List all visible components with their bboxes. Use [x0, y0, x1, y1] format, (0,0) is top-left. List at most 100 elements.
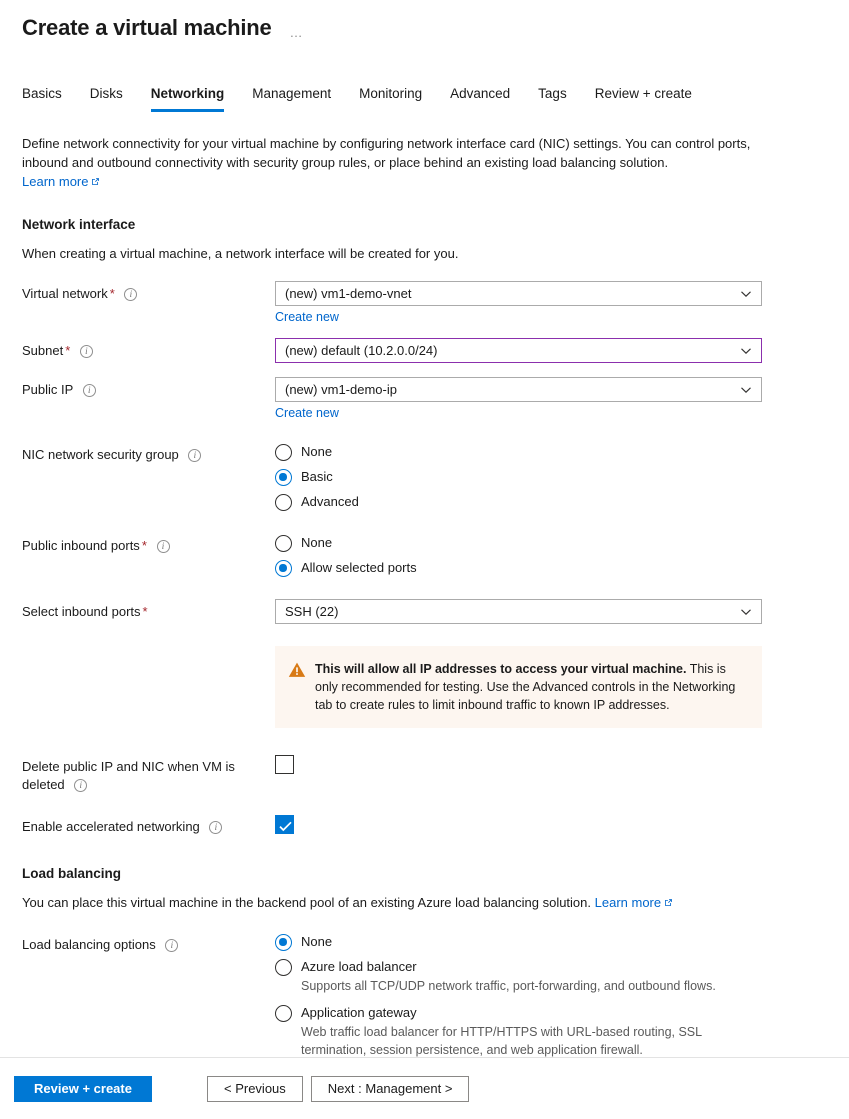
tab-monitoring[interactable]: Monitoring [359, 86, 422, 112]
external-link-icon [664, 898, 673, 907]
subnet-dropdown[interactable]: (new) default (10.2.0.0/24) [275, 338, 762, 363]
delete-public-ip-label: Delete public IP and NIC when VM is dele… [22, 759, 235, 792]
public-inbound-ports-option-allow-selected[interactable]: Allow selected ports [275, 559, 827, 577]
public-inbound-ports-option-label: None [301, 535, 333, 550]
radio-icon-selected [275, 469, 292, 486]
create-new-public-ip-link[interactable]: Create new [275, 406, 339, 420]
info-icon-nic-nsg[interactable]: i [188, 449, 202, 462]
row-subnet: Subnet * i (new) default (10.2.0.0/24) [22, 338, 827, 363]
page-header: Create a virtual machine … [0, 0, 849, 42]
load-balancing-option-desc: Supports all TCP/UDP network traffic, po… [301, 979, 716, 993]
warning-triangle-icon [288, 661, 306, 714]
load-balancing-option-label: Application gateway [301, 1005, 417, 1020]
load-balancing-option-desc: Web traffic load balancer for HTTP/HTTPS… [301, 1025, 702, 1057]
page-title: Create a virtual machine [22, 15, 272, 40]
row-virtual-network: Virtual network * i (new) vm1-demo-vnet C… [22, 281, 827, 324]
load-balancing-option-label: Azure load balancer [301, 959, 417, 974]
row-public-inbound-ports: Public inbound ports * i None Allow selec… [22, 533, 827, 577]
accelerated-networking-label: Enable accelerated networking i [22, 814, 275, 836]
radio-icon [275, 535, 292, 552]
nic-nsg-option-label: Basic [301, 469, 333, 484]
wizard-tabstrip: Basics Disks Networking Management Monit… [0, 84, 849, 112]
inbound-ports-warning-text: This will allow all IP addresses to acce… [315, 660, 748, 714]
required-asterisk: * [142, 604, 148, 619]
public-inbound-ports-option-none[interactable]: None [275, 534, 827, 552]
public-ip-dropdown[interactable]: (new) vm1-demo-ip [275, 377, 762, 402]
nic-nsg-option-basic[interactable]: Basic [275, 468, 827, 486]
tab-tags[interactable]: Tags [538, 86, 567, 112]
chevron-down-icon [740, 384, 752, 396]
tab-advanced[interactable]: Advanced [450, 86, 510, 112]
load-balancing-options-label: Load balancing options i [22, 932, 275, 954]
load-balancing-subtext: You can place this virtual machine in th… [22, 894, 827, 912]
tab-management[interactable]: Management [252, 86, 331, 112]
review-create-button[interactable]: Review + create [14, 1075, 152, 1102]
load-balancing-option-label: None [301, 934, 333, 949]
load-balancing-heading: Load balancing [22, 866, 122, 881]
nic-nsg-option-label: None [301, 444, 333, 459]
radio-icon-selected [275, 934, 292, 951]
tab-review-create[interactable]: Review + create [595, 86, 692, 112]
info-icon-public-ip[interactable]: i [82, 384, 96, 397]
inbound-ports-warning-banner: This will allow all IP addresses to acce… [275, 646, 762, 728]
subnet-label: Subnet * i [22, 338, 275, 360]
row-delete-public-ip: Delete public IP and NIC when VM is dele… [22, 754, 827, 794]
external-link-icon [91, 177, 100, 186]
warning-headline: This will allow all IP addresses to acce… [315, 662, 687, 676]
row-accelerated-networking: Enable accelerated networking i [22, 814, 827, 836]
load-balancing-option-application-gateway[interactable]: Application gateway Web traffic load bal… [275, 1004, 827, 1059]
info-icon-virtual-network[interactable]: i [124, 288, 138, 301]
row-load-balancing-options: Load balancing options i None Azure load… [22, 932, 827, 1059]
chevron-down-icon [740, 606, 752, 618]
info-icon-load-balancing-options[interactable]: i [165, 939, 179, 952]
public-inbound-ports-label: Public inbound ports * i [22, 533, 275, 555]
chevron-down-icon [740, 345, 752, 357]
previous-button[interactable]: < Previous [207, 1075, 303, 1102]
select-inbound-ports-value: SSH (22) [285, 604, 339, 619]
tab-networking[interactable]: Networking [150, 86, 225, 112]
learn-more-link-networking[interactable]: Learn more [22, 174, 100, 189]
virtual-network-dropdown[interactable]: (new) vm1-demo-vnet [275, 281, 762, 306]
radio-icon [275, 959, 292, 976]
public-ip-label: Public IP i [22, 377, 275, 399]
radio-icon-selected [275, 560, 292, 577]
select-inbound-ports-label: Select inbound ports * [22, 604, 148, 619]
public-inbound-ports-option-label: Allow selected ports [301, 560, 417, 575]
required-asterisk: * [109, 286, 115, 301]
radio-icon [275, 444, 292, 461]
public-inbound-ports-radio-group: None Allow selected ports [275, 533, 827, 577]
network-interface-heading: Network interface [22, 217, 136, 232]
virtual-network-label: Virtual network * i [22, 281, 275, 303]
info-icon-subnet[interactable]: i [79, 345, 93, 358]
radio-icon [275, 1005, 292, 1022]
tab-basics[interactable]: Basics [22, 86, 62, 112]
required-asterisk: * [65, 343, 71, 358]
subnet-value: (new) default (10.2.0.0/24) [285, 343, 438, 358]
networking-description-text: Define network connectivity for your vir… [22, 136, 751, 170]
nic-nsg-option-none[interactable]: None [275, 443, 827, 461]
info-icon-accelerated-networking[interactable]: i [209, 821, 223, 834]
nic-nsg-option-label: Advanced [301, 494, 359, 509]
learn-more-link-load-balancing[interactable]: Learn more [595, 895, 673, 910]
info-icon-public-inbound-ports[interactable]: i [156, 540, 170, 553]
delete-public-ip-checkbox[interactable] [275, 755, 294, 774]
more-options-icon[interactable]: … [290, 25, 305, 40]
public-ip-value: (new) vm1-demo-ip [285, 382, 397, 397]
load-balancing-subtext-text: You can place this virtual machine in th… [22, 895, 592, 910]
info-icon-delete-public-ip[interactable]: i [74, 779, 88, 792]
virtual-network-value: (new) vm1-demo-vnet [285, 286, 412, 301]
row-inbound-ports-warning: This will allow all IP addresses to acce… [22, 646, 827, 728]
chevron-down-icon [740, 288, 752, 300]
tab-disks[interactable]: Disks [90, 86, 123, 112]
next-management-button[interactable]: Next : Management > [310, 1075, 470, 1102]
create-new-virtual-network-link[interactable]: Create new [275, 310, 339, 324]
nic-nsg-label: NIC network security group i [22, 442, 275, 464]
row-nic-nsg: NIC network security group i None Basic … [22, 442, 827, 511]
load-balancing-radio-group: None Azure load balancer Supports all TC… [275, 932, 827, 1059]
wizard-footer: Review + create < Previous Next : Manage… [0, 1057, 849, 1119]
nic-nsg-option-advanced[interactable]: Advanced [275, 493, 827, 511]
load-balancing-option-azure-load-balancer[interactable]: Azure load balancer Supports all TCP/UDP… [275, 958, 827, 995]
select-inbound-ports-dropdown[interactable]: SSH (22) [275, 599, 762, 624]
accelerated-networking-checkbox[interactable] [275, 815, 294, 834]
load-balancing-option-none[interactable]: None [275, 933, 827, 951]
